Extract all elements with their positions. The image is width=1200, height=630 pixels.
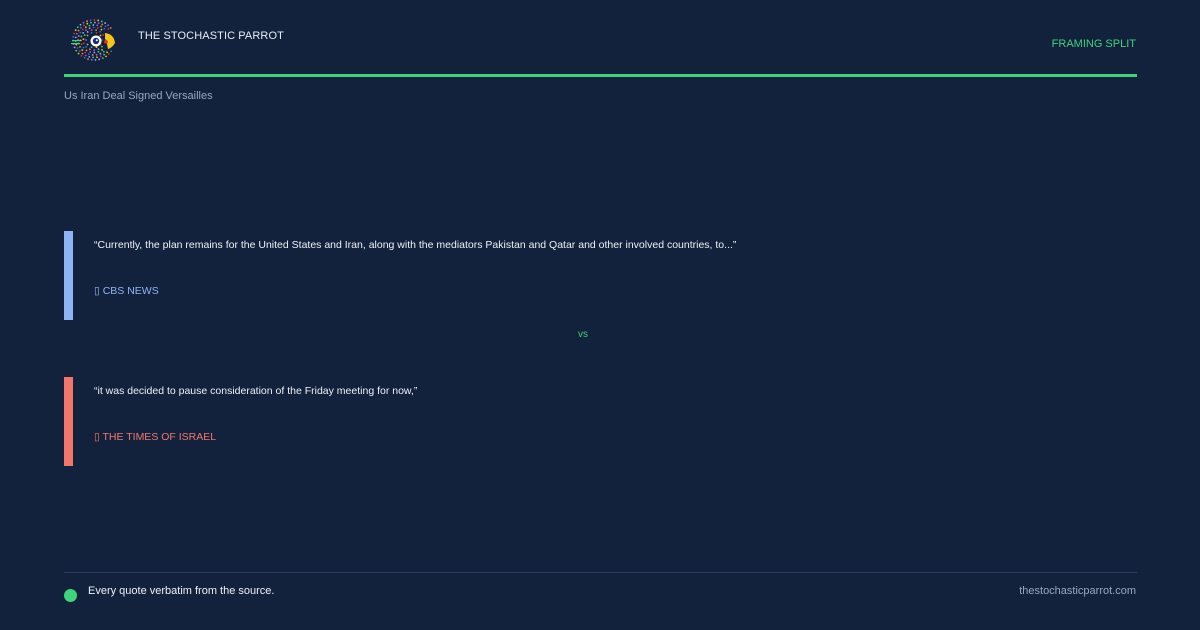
footer-divider	[64, 572, 1137, 573]
framing-split-badge: FRAMING SPLIT	[1051, 38, 1136, 50]
status-dot-icon	[64, 589, 77, 602]
quote-source[interactable]: ▯ CBS NEWS	[94, 285, 159, 297]
quote-card-cbs: “Currently, the plan remains for the Uni…	[64, 231, 1137, 320]
verbatim-note: Every quote verbatim from the source.	[88, 585, 275, 597]
versus-label: vs	[578, 329, 588, 340]
quote-source[interactable]: ▯ THE TIMES OF ISRAEL	[94, 431, 216, 443]
quote-accent-bar	[64, 231, 73, 320]
story-topic: Us Iran Deal Signed Versailles	[64, 90, 213, 102]
brand-name: THE STOCHASTIC PARROT	[138, 30, 284, 42]
quote-text: “Currently, the plan remains for the Uni…	[94, 239, 737, 251]
quote-accent-bar	[64, 377, 73, 466]
parrot-logo-icon	[71, 19, 115, 61]
header-divider	[64, 74, 1137, 77]
quote-text: “it was decided to pause consideration o…	[94, 385, 418, 397]
quote-card-times-of-israel: “it was decided to pause consideration o…	[64, 377, 1137, 466]
site-link[interactable]: thestochasticparrot.com	[1019, 585, 1136, 597]
